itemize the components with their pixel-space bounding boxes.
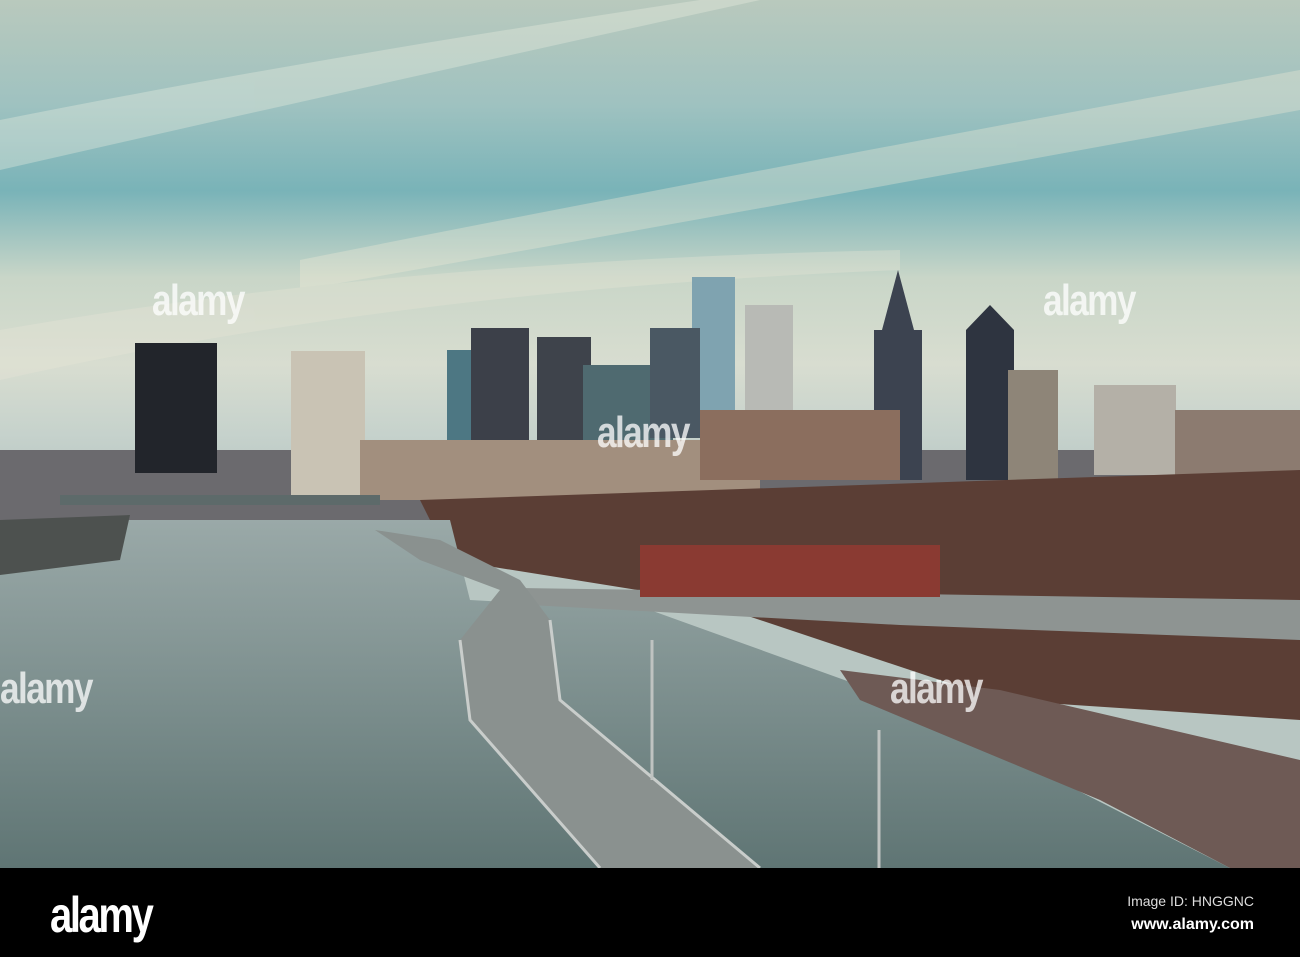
watermark: alamy [1043, 276, 1136, 325]
image-id: Image ID: HNGGNC [1127, 893, 1254, 909]
watermark: alamy [597, 408, 690, 457]
alamy-logo: alamy [50, 887, 154, 943]
watermark: alamy [890, 664, 983, 713]
road-bridge [60, 495, 380, 505]
site-url: www.alamy.com [1131, 916, 1254, 933]
footer-bar: alamy Image ID: HNGGNC www.alamy.com [0, 868, 1300, 957]
watermark: alamy [152, 276, 245, 325]
skyline-photo: alamy alamy alamy alamy alamy [0, 0, 1300, 868]
train [640, 545, 940, 597]
watermark: alamy [0, 664, 93, 713]
